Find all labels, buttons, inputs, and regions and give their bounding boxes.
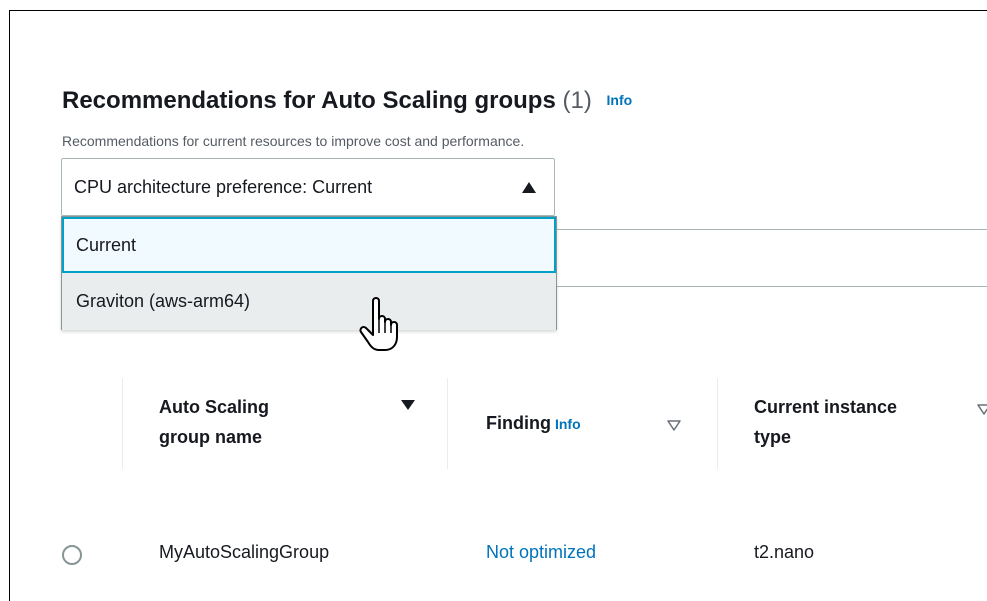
cell-finding-link[interactable]: Not optimized (486, 542, 596, 563)
option-graviton-label: Graviton (aws-arm64) (76, 291, 251, 311)
panel-title-text: Recommendations for Auto Scaling groups (62, 87, 556, 114)
column-separator (122, 378, 123, 469)
column-header-finding-label: Finding (486, 413, 551, 433)
hand-pointer-icon (359, 297, 398, 351)
caret-up-icon (522, 181, 536, 193)
column-header-asg-name-line1: Auto Scaling (159, 397, 270, 417)
finding-info-link[interactable]: Info (555, 416, 581, 432)
column-header-instance-type-line1: Current instance (754, 397, 898, 417)
column-header-instance-type[interactable]: Current instance type (754, 392, 897, 452)
table-header: Auto Scaling group name Finding Info Curr… (62, 378, 987, 493)
sort-descending-icon[interactable] (401, 400, 415, 410)
column-header-asg-name[interactable]: Auto Scaling group name (159, 392, 269, 452)
column-header-asg-name-line2: group name (159, 427, 263, 447)
column-header-instance-type-line2: type (754, 427, 792, 447)
option-graviton[interactable]: Graviton (aws-arm64) (62, 273, 556, 330)
cpu-architecture-select[interactable]: CPU architecture preference: Current (61, 158, 555, 216)
panel-count: (1) (562, 87, 592, 114)
filter-search-input[interactable] (556, 229, 987, 287)
row-radio-button[interactable] (62, 545, 82, 565)
cpu-architecture-dropdown: Current Graviton (aws-arm64) (61, 216, 557, 330)
option-current-label: Current (76, 234, 137, 255)
column-header-finding[interactable]: Finding Info (486, 408, 581, 439)
sort-unsorted-icon[interactable] (667, 420, 681, 431)
cpu-architecture-select-label: CPU architecture preference: Current (74, 176, 373, 197)
column-separator (447, 378, 448, 469)
panel-description: Recommendations for current resources to… (62, 133, 525, 149)
panel-info-link[interactable]: Info (607, 92, 633, 108)
cell-asg-name: MyAutoScalingGroup (159, 542, 330, 562)
sort-unsorted-icon[interactable] (977, 404, 987, 415)
cell-instance-type: t2.nano (754, 542, 815, 562)
table-row[interactable]: MyAutoScalingGroup Not optimized t2.nano (62, 530, 987, 580)
option-current[interactable]: Current (62, 217, 556, 273)
panel-title: Recommendations for Auto Scaling groups … (62, 87, 632, 115)
column-separator (717, 378, 718, 469)
